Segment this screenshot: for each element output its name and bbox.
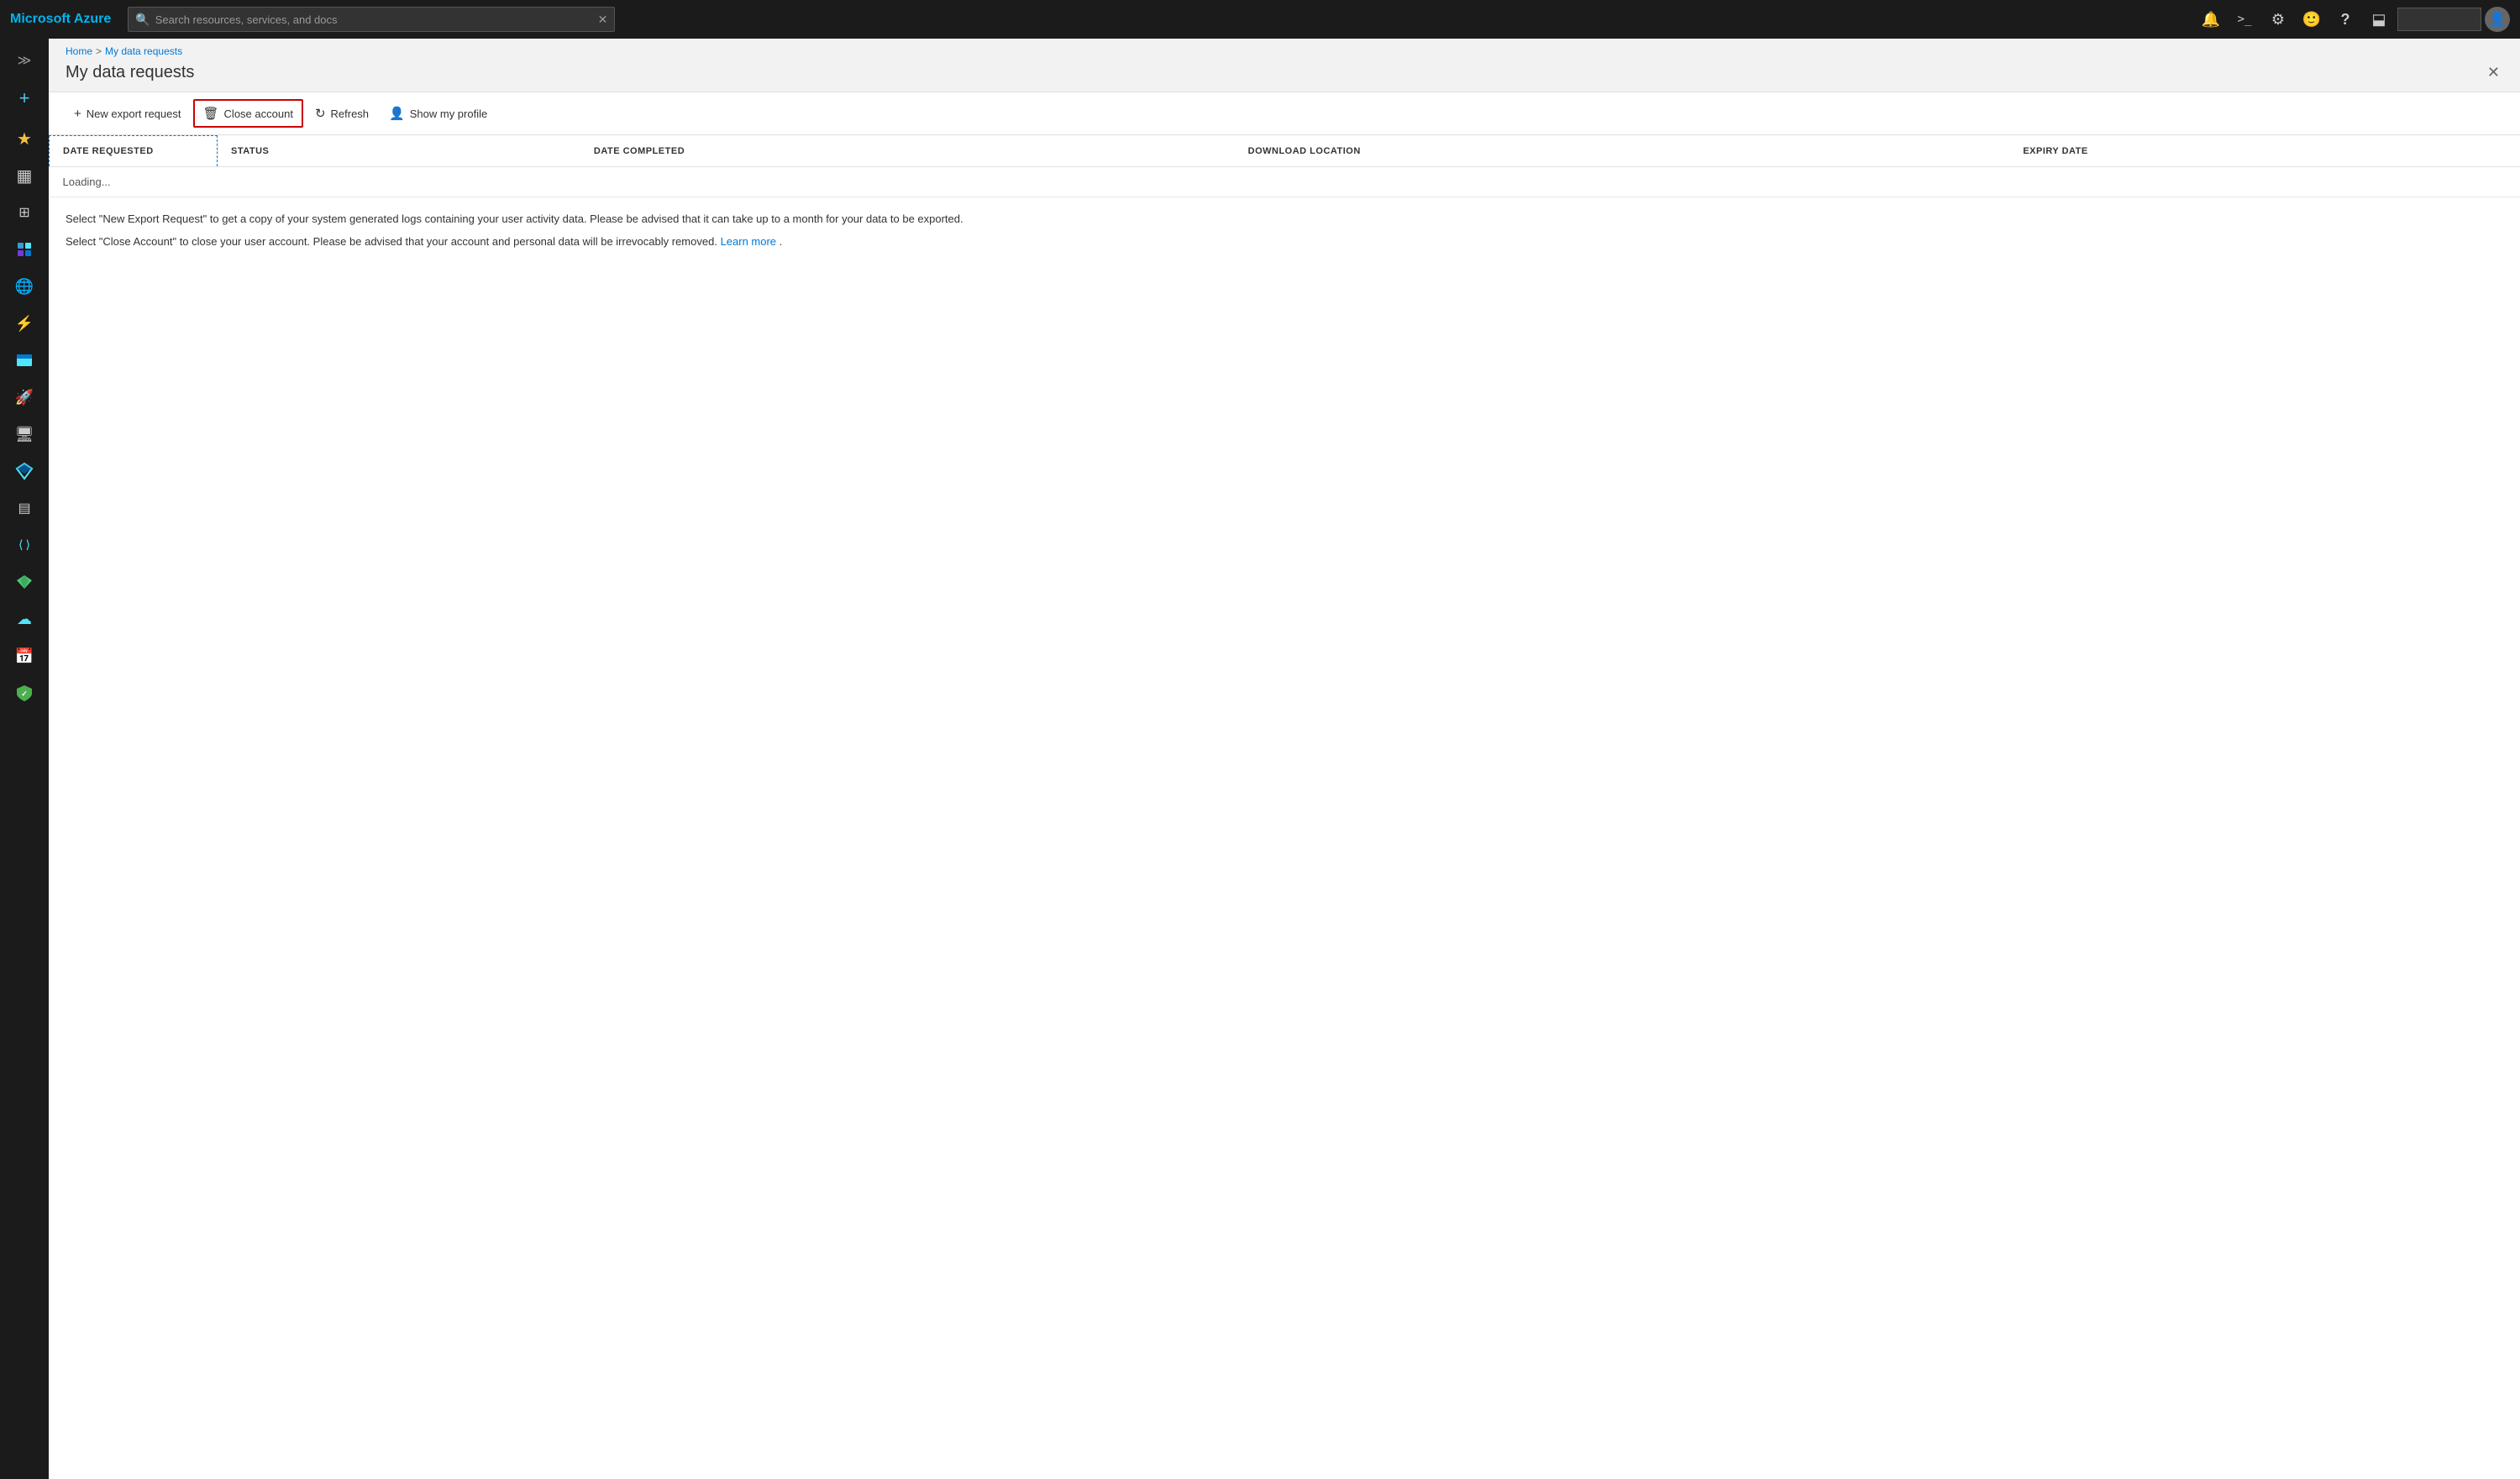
cloud-shell-button[interactable]: >_ [2229,4,2260,34]
toolbar: + New export request 🗑 Close account ↻ R… [49,92,2520,135]
learn-more-link[interactable]: Learn more [721,235,776,248]
sidebar-item-rocket[interactable]: 🚀 [7,380,42,415]
sidebar-item-all-services[interactable]: ⊞ [7,195,42,230]
sidebar-item-calendar[interactable]: 📅 [7,638,42,674]
trash-icon: 🗑 [203,106,219,121]
sidebar-item-cloud[interactable]: ☁ [7,601,42,637]
settings-button[interactable]: ⚙ [2263,4,2293,34]
close-account-label: Close account [224,108,293,120]
requests-table: DATE REQUESTED STATUS DATE COMPLETED DOW… [49,135,2520,197]
sidebar-item-resource-groups[interactable] [7,232,42,267]
username-box[interactable] [2397,8,2481,31]
nav-icons-group: 🔔 >_ ⚙ 🙂 ? ⬓ 👤 [2196,4,2510,34]
col-header-status: STATUS [218,136,580,167]
search-icon: 🔍 [135,13,150,27]
create-resource-button[interactable]: + [13,81,37,116]
content-area: Home > My data requests My data requests… [49,39,2520,1479]
new-export-request-button[interactable]: + New export request [66,102,190,126]
info-line2-before: Select "Close Account" to close your use… [66,235,717,248]
plus-icon: + [74,107,81,121]
breadcrumb-current[interactable]: My data requests [105,45,182,57]
col-header-download-location: DOWNLOAD LOCATION [1235,136,2010,167]
col-header-date-requested: DATE REQUESTED [50,136,218,167]
search-clear-icon[interactable]: ✕ [598,13,608,27]
show-profile-label: Show my profile [410,108,487,120]
notifications-button[interactable]: 🔔 [2196,4,2226,34]
top-navigation: Microsoft Azure 🔍 ✕ 🔔 >_ ⚙ 🙂 ? ⬓ 👤 [0,0,2520,39]
loading-text: Loading... [50,167,2520,197]
breadcrumb-separator: > [96,45,102,57]
sidebar-item-layers[interactable]: ▤ [7,490,42,526]
feedback-button[interactable]: 🙂 [2297,4,2327,34]
search-input[interactable] [155,13,593,26]
page-title: My data requests [66,63,194,82]
sidebar-item-shield[interactable]: ✓ [7,675,42,711]
svg-text:✓: ✓ [21,690,28,698]
portal-button[interactable]: ⬓ [2364,4,2394,34]
refresh-icon: ↻ [315,106,326,121]
close-account-button[interactable]: 🗑 Close account [193,99,303,128]
close-page-button[interactable]: ✕ [2484,60,2503,85]
sidebar-item-gem[interactable] [7,564,42,600]
page-header: Home > My data requests My data requests… [49,39,2520,92]
help-button[interactable]: ? [2330,4,2360,34]
table-row-loading: Loading... [50,167,2520,197]
info-line2-after: . [780,235,783,248]
col-header-expiry-date: EXPIRY DATE [2009,136,2520,167]
sidebar-item-storage[interactable] [7,343,42,378]
sidebar-item-globe[interactable]: 🌐 [7,269,42,304]
page-title-row: My data requests ✕ [66,60,2503,92]
sidebar-item-dashboard[interactable]: ▦ [7,158,42,193]
breadcrumb: Home > My data requests [66,45,2503,57]
new-export-label: New export request [87,108,181,120]
breadcrumb-home[interactable]: Home [66,45,92,57]
info-section: Select "New Export Request" to get a cop… [49,197,2520,270]
sidebar-expand-button[interactable]: ≫ [11,45,39,76]
refresh-label: Refresh [331,108,370,120]
search-bar[interactable]: 🔍 ✕ [128,7,615,32]
data-table-container: DATE REQUESTED STATUS DATE COMPLETED DOW… [49,135,2520,1479]
show-profile-button[interactable]: 👤 Show my profile [381,101,496,126]
info-line1: Select "New Export Request" to get a cop… [66,211,2503,228]
sidebar: ≫ + ★ ▦ ⊞ 🌐 ⚡ 🚀 🖥 ▤ ⟨⟩ ☁ 📅 ✓ [0,39,49,1479]
refresh-button[interactable]: ↻ Refresh [307,101,377,126]
sidebar-item-diamond[interactable] [7,454,42,489]
avatar[interactable]: 👤 [2485,7,2510,32]
sidebar-item-bolt[interactable]: ⚡ [7,306,42,341]
azure-logo: Microsoft Azure [10,12,111,27]
sidebar-item-favorites[interactable]: ★ [7,121,42,156]
profile-icon: 👤 [389,106,405,121]
col-header-date-completed: DATE COMPLETED [580,136,1235,167]
main-layout: ≫ + ★ ▦ ⊞ 🌐 ⚡ 🚀 🖥 ▤ ⟨⟩ ☁ 📅 ✓ [0,39,2520,1479]
info-line2: Select "Close Account" to close your use… [66,233,2503,251]
sidebar-item-monitor[interactable]: 🖥 [7,417,42,452]
sidebar-item-code[interactable]: ⟨⟩ [7,527,42,563]
